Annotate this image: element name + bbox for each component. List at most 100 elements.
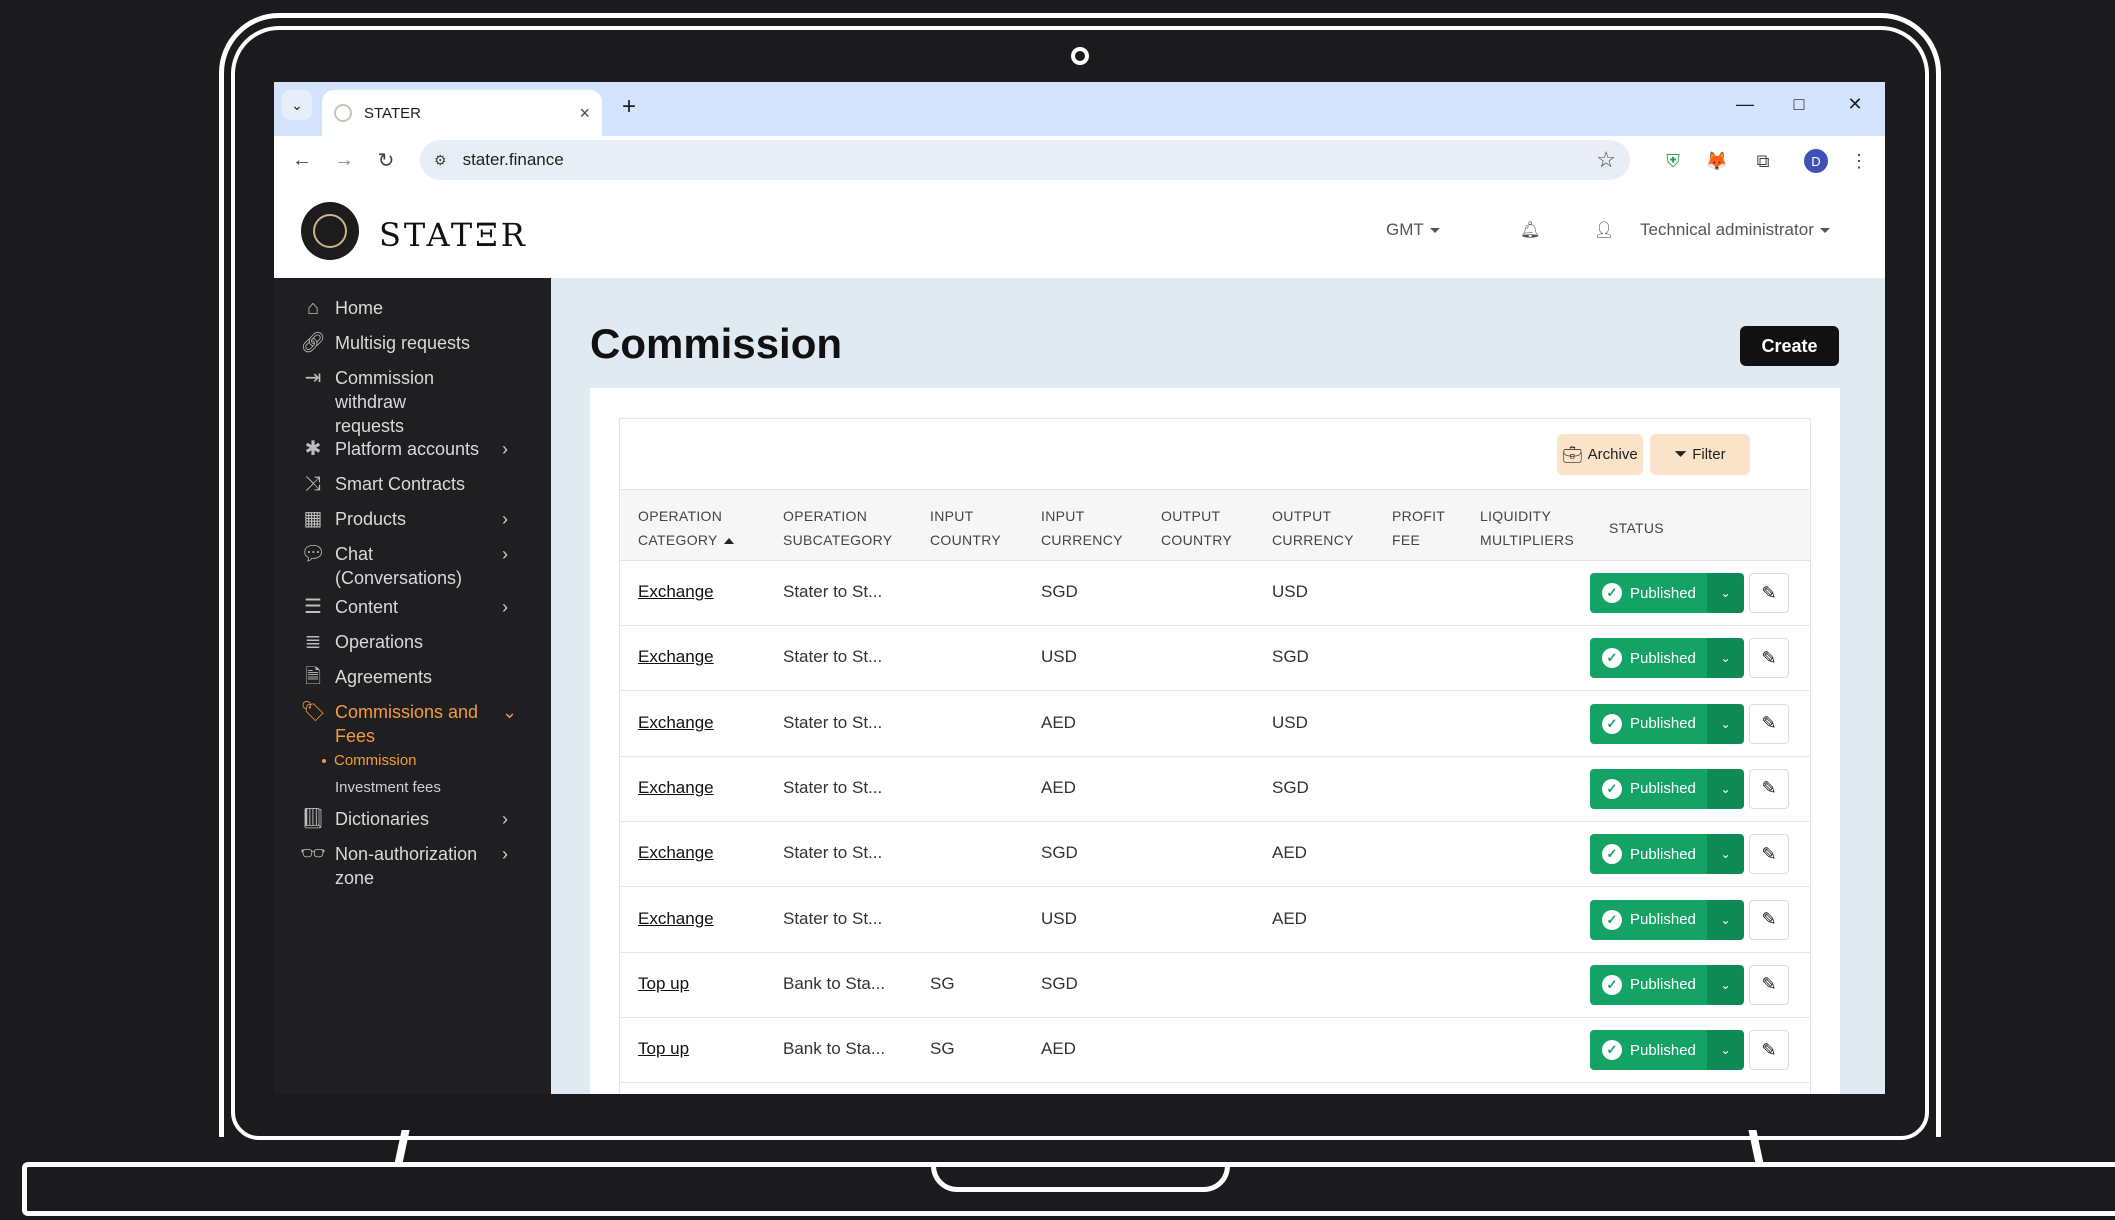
logo-text[interactable]: STATΞR bbox=[379, 216, 528, 254]
sidebar-item-home[interactable]: ⌂ Home bbox=[274, 296, 551, 320]
published-status-button[interactable]: ✓ Published bbox=[1590, 834, 1707, 875]
sidebar-item-products[interactable]: ▦ Products › bbox=[274, 507, 551, 531]
table-row: Exchange Stater to St... AED USD ✓ Published ⌄… bbox=[620, 692, 1810, 757]
sidebar-item-commission-withdraw[interactable]: ⇥ Commission withdraw requests bbox=[274, 366, 551, 438]
col-operation-subcategory[interactable]: OPERATION SUBCATEGORY bbox=[783, 504, 892, 552]
input-currency-cell: AED bbox=[1041, 1039, 1076, 1059]
status-dropdown-chevron-icon[interactable]: ⌄ bbox=[1707, 899, 1744, 940]
input-currency-cell: SGD bbox=[1041, 582, 1078, 601]
published-status-button[interactable]: ✓ Published bbox=[1590, 768, 1707, 809]
profile-avatar[interactable]: D bbox=[1804, 149, 1828, 173]
col-output-currency[interactable]: OUTPUT CURRENCY bbox=[1272, 504, 1354, 552]
extensions-puzzle-icon[interactable]: ⧉ bbox=[1750, 148, 1776, 174]
bell-icon[interactable]: 🔔︎ bbox=[1520, 220, 1540, 240]
edit-pencil-icon[interactable]: ✎ bbox=[1749, 899, 1789, 940]
edit-pencil-icon[interactable]: ✎ bbox=[1749, 703, 1789, 744]
sidebar-item-label: Agreements bbox=[335, 667, 433, 687]
check-circle-icon: ✓ bbox=[1602, 909, 1622, 930]
category-link[interactable]: Exchange bbox=[638, 713, 714, 733]
sidebar-item-content[interactable]: ☰ Content › bbox=[274, 595, 551, 619]
status-dropdown-chevron-icon[interactable]: ⌄ bbox=[1707, 573, 1744, 613]
address-bar[interactable]: ⚙ stater.finance ☆ bbox=[420, 140, 1630, 180]
sidebar-item-dictionaries[interactable]: 📕︎ Dictionaries › bbox=[274, 807, 551, 831]
back-icon[interactable]: ← bbox=[288, 146, 316, 174]
published-status-button[interactable]: ✓ Published bbox=[1590, 899, 1707, 940]
site-info-icon[interactable]: ⚙ bbox=[434, 152, 447, 169]
forward-icon[interactable]: → bbox=[330, 146, 358, 174]
category-link[interactable]: Exchange bbox=[638, 778, 714, 798]
col-input-currency[interactable]: INPUT CURRENCY bbox=[1041, 504, 1123, 552]
timezone-dropdown[interactable]: GMT bbox=[1386, 220, 1440, 240]
sidebar-item-multisig[interactable]: 🔗︎ Multisig requests bbox=[274, 331, 551, 355]
sidebar-item-commissions-and-fees[interactable]: 🏷︎ Commissions and Fees ⌄ bbox=[274, 700, 551, 748]
status-dropdown-chevron-icon[interactable]: ⌄ bbox=[1707, 703, 1744, 744]
sidebar-item-platform-accounts[interactable]: ✱ Platform accounts › bbox=[274, 437, 551, 461]
logo-icon[interactable] bbox=[301, 202, 359, 260]
published-status-button[interactable]: ✓ Published bbox=[1590, 573, 1707, 613]
category-link[interactable]: Exchange bbox=[638, 647, 714, 667]
table-row: Exchange Stater to St... USD AED ✓ Published ⌄… bbox=[620, 888, 1810, 953]
col-status[interactable]: STATUS bbox=[1609, 516, 1664, 540]
sidebar-item-chat[interactable]: 💬︎ Chat (Conversations) › bbox=[274, 542, 551, 590]
create-button[interactable]: Create bbox=[1740, 326, 1839, 366]
status-button-group: ✓ Published ⌄ bbox=[1590, 964, 1744, 1005]
sidebar-item-non-authorization-zone[interactable]: 👓︎ Non-authorization zone › bbox=[274, 842, 551, 890]
category-link[interactable]: Top up bbox=[638, 974, 689, 994]
minimize-icon[interactable]: — bbox=[1730, 94, 1760, 115]
category-link[interactable]: Exchange bbox=[638, 909, 714, 929]
published-status-button[interactable]: ✓ Published bbox=[1590, 703, 1707, 744]
category-link[interactable]: Exchange bbox=[638, 843, 714, 863]
col-profit-fee[interactable]: PROFIT FEE bbox=[1392, 504, 1445, 552]
sidebar-item-label: Commissions and Fees bbox=[335, 702, 479, 746]
edit-pencil-icon[interactable]: ✎ bbox=[1749, 964, 1789, 1005]
browser-tab[interactable]: STATER × bbox=[322, 90, 602, 136]
category-link[interactable]: Top up bbox=[638, 1039, 689, 1059]
metamask-extension-icon[interactable]: 🦊 bbox=[1704, 148, 1730, 174]
sidebar-item-smart-contracts[interactable]: ⤨ Smart Contracts bbox=[274, 472, 551, 496]
filter-button[interactable]: ⏷ Filter bbox=[1650, 434, 1750, 475]
input-country-cell: SG bbox=[930, 1039, 955, 1059]
tab-search-icon[interactable]: ⌄ bbox=[282, 90, 312, 120]
table-row: Exchange Stater to St... AED SGD ✓ Published ⌄… bbox=[620, 757, 1810, 822]
col-input-country[interactable]: INPUT COUNTRY bbox=[930, 504, 1001, 552]
status-dropdown-chevron-icon[interactable]: ⌄ bbox=[1707, 834, 1744, 875]
sidebar-item-label: Smart Contracts bbox=[335, 474, 466, 494]
edit-pencil-icon[interactable]: ✎ bbox=[1749, 834, 1789, 875]
maximize-icon[interactable]: □ bbox=[1784, 94, 1814, 115]
status-dropdown-chevron-icon[interactable]: ⌄ bbox=[1707, 1030, 1744, 1071]
edit-pencil-icon[interactable]: ✎ bbox=[1749, 768, 1789, 809]
sidebar-item-agreements[interactable]: 🗎 Agreements bbox=[274, 665, 551, 689]
file-icon: 🗎 bbox=[304, 666, 322, 688]
status-dropdown-chevron-icon[interactable]: ⌄ bbox=[1707, 768, 1744, 809]
archive-button[interactable]: 💼︎ Archive bbox=[1557, 434, 1643, 475]
bookmark-star-icon[interactable]: ☆ bbox=[1596, 147, 1616, 173]
sidebar-subitem-investment-fees[interactable]: Investment fees bbox=[335, 779, 441, 796]
reload-icon[interactable]: ↻ bbox=[372, 146, 400, 174]
sidebar-subitem-commission[interactable]: Commission bbox=[322, 752, 417, 769]
published-status-button[interactable]: ✓ Published bbox=[1590, 1030, 1707, 1071]
col-output-country[interactable]: OUTPUT COUNTRY bbox=[1161, 504, 1232, 552]
category-link[interactable]: Exchange bbox=[638, 582, 714, 602]
shield-extension-icon[interactable]: ⛨ bbox=[1660, 148, 1686, 174]
edit-pencil-icon[interactable]: ✎ bbox=[1749, 573, 1789, 613]
edit-pencil-icon[interactable]: ✎ bbox=[1749, 1030, 1789, 1071]
published-status-button[interactable]: ✓ Published bbox=[1590, 964, 1707, 1005]
close-tab-icon[interactable]: × bbox=[579, 103, 590, 124]
status-dropdown-chevron-icon[interactable]: ⌄ bbox=[1707, 964, 1744, 1005]
sidebar-item-label: Commission withdraw requests bbox=[335, 368, 435, 436]
published-status-button[interactable]: ✓ Published bbox=[1590, 638, 1707, 679]
camera-icon bbox=[1071, 47, 1089, 65]
sidebar-item-label: Operations bbox=[335, 632, 424, 652]
user-menu-dropdown[interactable]: Technical administrator bbox=[1640, 220, 1830, 240]
sidebar-item-operations[interactable]: ≣ Operations bbox=[274, 630, 551, 654]
new-tab-icon[interactable]: + bbox=[614, 92, 644, 122]
close-window-icon[interactable]: ✕ bbox=[1840, 94, 1870, 115]
edit-pencil-icon[interactable]: ✎ bbox=[1749, 638, 1789, 679]
status-label: Published bbox=[1630, 1041, 1696, 1059]
col-operation-category[interactable]: OPERATION CATEGORY bbox=[638, 504, 734, 552]
col-liquidity-multipliers[interactable]: LIQUIDITY MULTIPLIERS bbox=[1480, 504, 1574, 552]
status-dropdown-chevron-icon[interactable]: ⌄ bbox=[1707, 638, 1744, 679]
input-currency-cell: USD bbox=[1041, 908, 1077, 928]
browser-menu-icon[interactable]: ⋮ bbox=[1846, 148, 1872, 174]
server-icon: ☰ bbox=[304, 596, 322, 618]
